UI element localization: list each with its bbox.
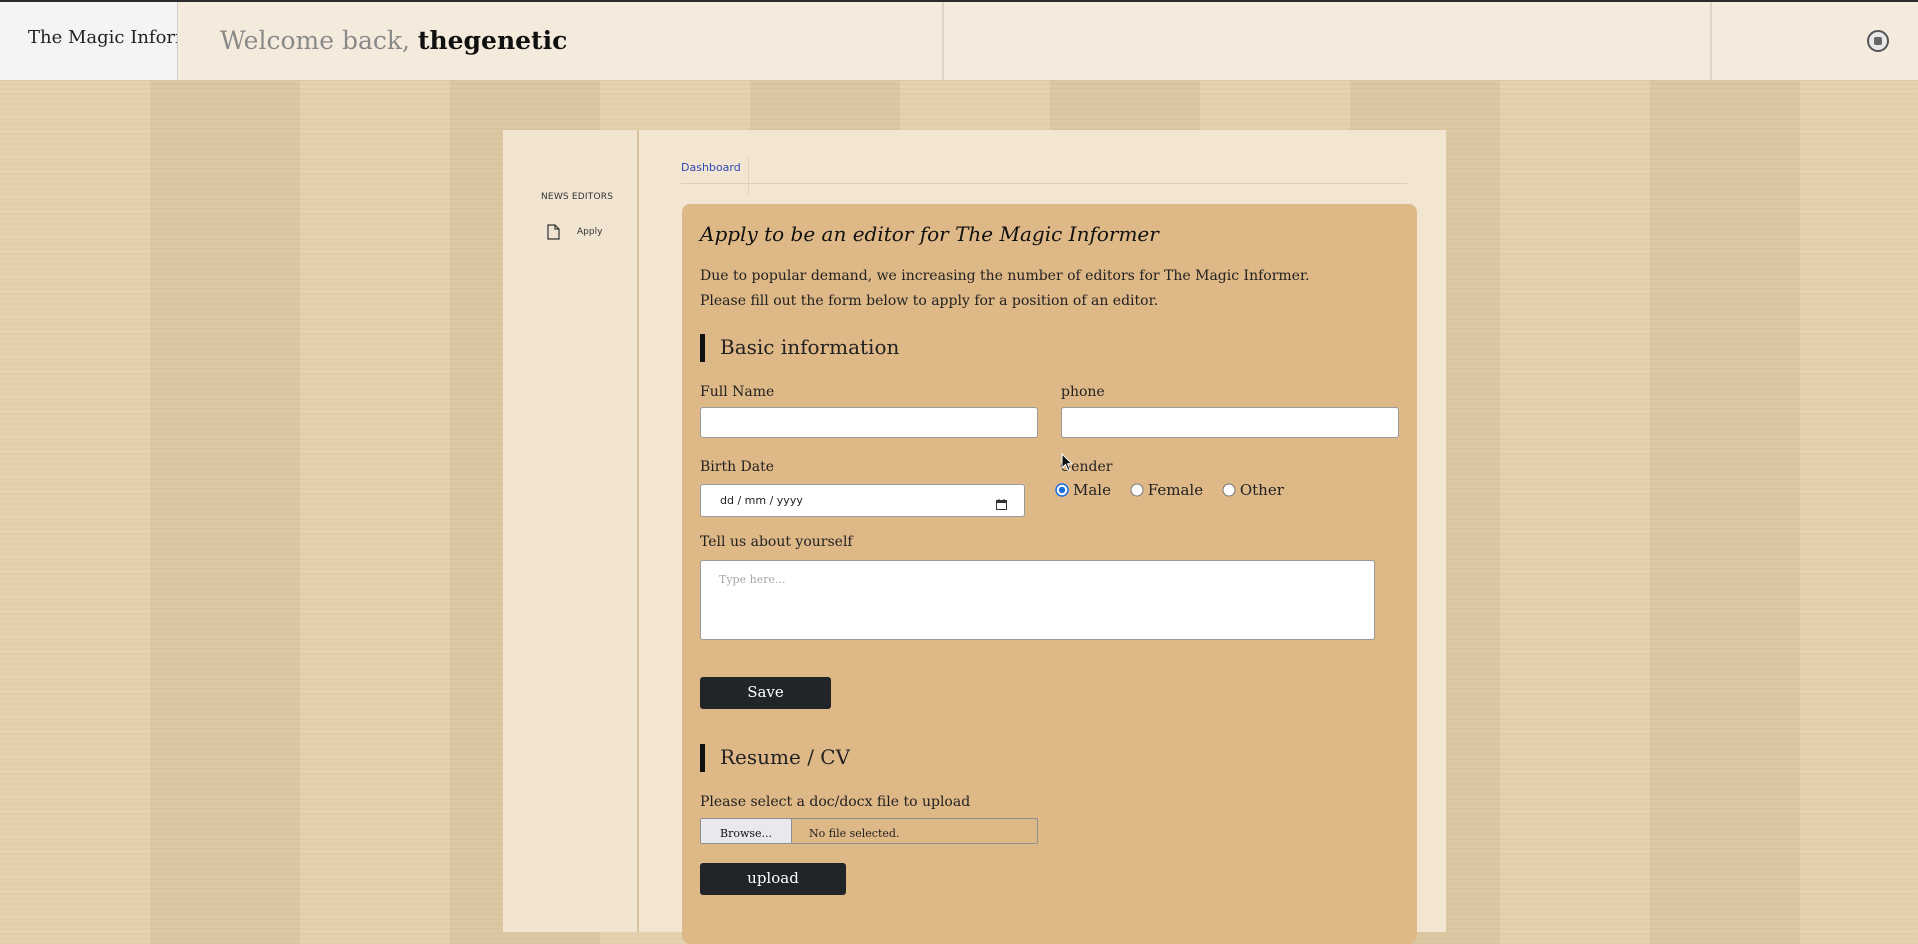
username: thegenetic xyxy=(417,26,568,55)
sidebar: NEWS EDITORS Apply xyxy=(503,130,639,932)
form-title: Apply to be an editor for The Magic Info… xyxy=(700,222,1159,246)
about-textarea[interactable]: Type here... xyxy=(700,560,1375,640)
paper-fold xyxy=(1710,2,1712,80)
radio-female[interactable] xyxy=(1130,483,1144,497)
intro-line: Please fill out the form below to apply … xyxy=(700,293,1159,309)
mouse-cursor-icon xyxy=(1061,453,1073,472)
full-name-input[interactable] xyxy=(700,407,1038,438)
brand-title[interactable]: The Magic Informer xyxy=(28,27,177,48)
radio-male[interactable] xyxy=(1055,483,1069,497)
application-card: Apply to be an editor for The Magic Info… xyxy=(682,204,1417,944)
sidebar-heading: NEWS EDITORS xyxy=(541,192,614,202)
intro-text: Due to popular demand, we increasing the… xyxy=(700,264,1310,314)
file-input[interactable]: Browse... No file selected. xyxy=(700,818,1038,844)
welcome-message: Welcome back, thegenetic xyxy=(220,26,567,55)
about-placeholder: Type here... xyxy=(719,573,786,586)
radio-label-other: Other xyxy=(1239,481,1284,499)
file-upload-label: Please select a doc/docx file to upload xyxy=(700,794,971,810)
document-icon xyxy=(547,224,560,244)
radio-label-male: Male xyxy=(1073,481,1111,499)
brand-box: The Magic Informer xyxy=(0,2,178,80)
avatar[interactable] xyxy=(1867,30,1889,52)
phone-label: phone xyxy=(1061,384,1105,400)
upload-button[interactable]: upload xyxy=(700,863,846,895)
top-bar: The Magic Informer Welcome back, thegene… xyxy=(0,2,1918,81)
birth-date-label: Birth Date xyxy=(700,459,775,475)
welcome-prefix: Welcome back, xyxy=(220,26,410,55)
calendar-icon[interactable] xyxy=(996,495,1007,514)
sidebar-item-label: Apply xyxy=(577,227,603,237)
content-panel: NEWS EDITORS Apply Dashboard Apply to be… xyxy=(502,130,1447,944)
radio-other[interactable] xyxy=(1222,483,1236,497)
browse-button[interactable]: Browse... xyxy=(701,819,792,843)
save-button[interactable]: Save xyxy=(700,677,831,709)
gender-radio-group: Male Female Other xyxy=(1055,480,1315,500)
birth-date-placeholder: dd / mm / yyyy xyxy=(720,494,803,507)
tab-divider xyxy=(681,183,1407,184)
sidebar-item-apply[interactable]: Apply xyxy=(547,224,617,242)
section-heading-resume: Resume / CV xyxy=(700,744,850,772)
full-name-label: Full Name xyxy=(700,384,775,400)
file-status: No file selected. xyxy=(809,827,900,840)
paper-fold xyxy=(942,2,944,80)
intro-line: Due to popular demand, we increasing the… xyxy=(700,268,1310,284)
about-label: Tell us about yourself xyxy=(700,534,853,550)
birth-date-input[interactable]: dd / mm / yyyy xyxy=(700,484,1025,517)
tab-dashboard[interactable]: Dashboard xyxy=(681,158,749,194)
radio-label-female: Female xyxy=(1147,481,1204,499)
phone-input[interactable] xyxy=(1061,407,1399,438)
section-heading-basic: Basic information xyxy=(700,334,899,362)
